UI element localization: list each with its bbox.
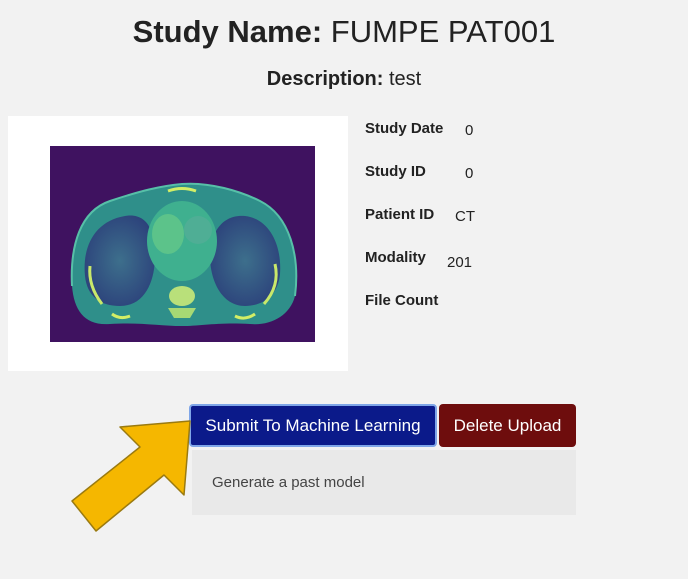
meta-row-patient-id: Patient ID CT [365, 206, 475, 225]
scan-thumbnail [8, 116, 348, 371]
study-id-value: 0 [465, 165, 474, 182]
study-name-value: FUMPE PAT001 [330, 14, 556, 49]
study-name-label: Study Name: [132, 14, 323, 49]
study-id-label: Study ID [365, 163, 426, 180]
meta-row-study-id: Study ID 0 [365, 163, 473, 182]
arrow-icon [71, 420, 191, 532]
dropdown-panel: Generate a past model [192, 450, 576, 515]
file-count-label: File Count [365, 292, 439, 309]
meta-row-file-count: File Count [365, 292, 438, 309]
meta-row-study-date: Study Date 0 [365, 120, 473, 139]
delete-upload-button[interactable]: Delete Upload [439, 404, 576, 447]
study-description: Description: test [0, 68, 688, 91]
generate-past-model-option[interactable]: Generate a past model [212, 474, 365, 491]
patient-id-value: CT [455, 208, 475, 225]
meta-row-modality: Modality 201 [365, 249, 472, 271]
submit-to-ml-button[interactable]: Submit To Machine Learning [189, 404, 437, 447]
study-name-heading: Study Name: FUMPE PAT001 [0, 14, 688, 50]
description-label: Description: [266, 68, 384, 90]
description-value: test [389, 68, 422, 90]
modality-value: 201 [447, 254, 473, 271]
modality-label: Modality [365, 249, 426, 266]
ct-scan-image [50, 146, 315, 342]
study-date-value: 0 [465, 122, 474, 139]
study-date-label: Study Date [365, 120, 444, 137]
patient-id-label: Patient ID [365, 206, 435, 223]
